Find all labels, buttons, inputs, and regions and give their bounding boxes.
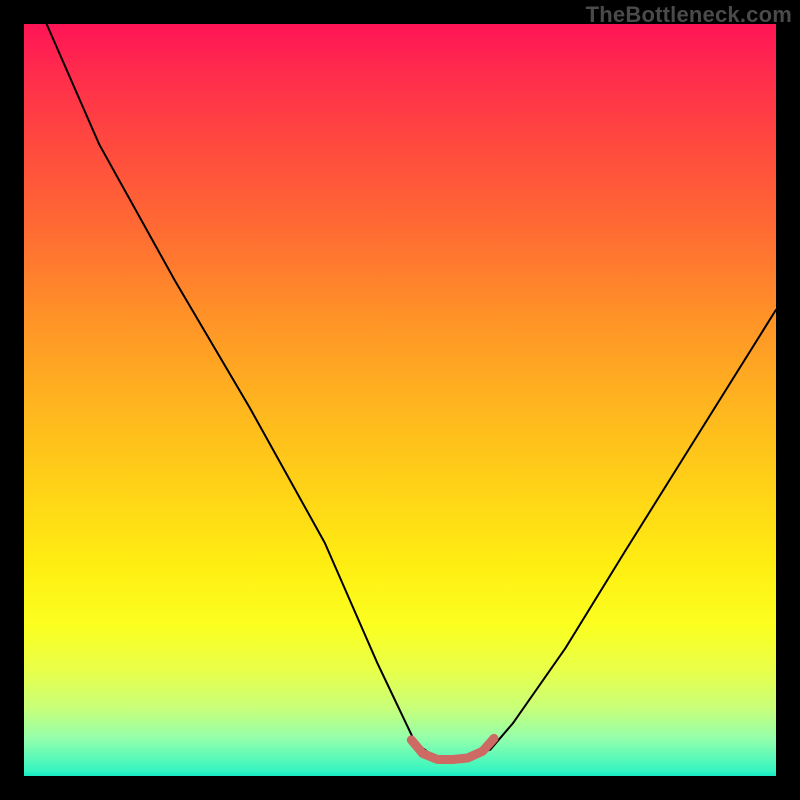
flat-bottom-marker-path xyxy=(411,738,494,759)
curve-overlay xyxy=(24,24,776,776)
chart-frame: TheBottleneck.com xyxy=(0,0,800,800)
plot-area xyxy=(24,24,776,776)
bottleneck-curve-path xyxy=(47,24,776,760)
watermark-text: TheBottleneck.com xyxy=(586,2,792,28)
